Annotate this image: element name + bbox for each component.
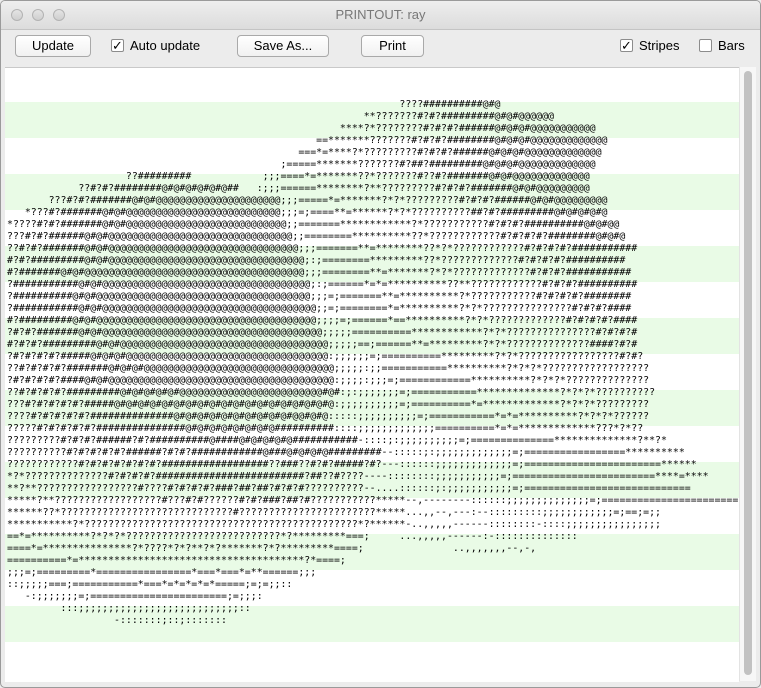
checkbox-icon[interactable]: ✓ [111,39,124,52]
checkbox-icon[interactable] [699,39,712,52]
printout-text: ????##########@#@ **???????#?#?#########… [7,99,739,626]
checkbox-icon[interactable]: ✓ [620,39,633,52]
printout-window: PRINTOUT: ray Update ✓ Auto update Save … [0,0,761,688]
save-as-button[interactable]: Save As... [237,35,329,57]
toolbar: Update ✓ Auto update Save As... Print ✓ … [1,30,760,67]
auto-update-label: Auto update [130,38,201,53]
title-bar: PRINTOUT: ray [1,1,760,30]
update-button[interactable]: Update [15,35,91,57]
scrollbar-thumb[interactable] [744,71,752,675]
stripes-checkbox[interactable]: ✓ Stripes [620,38,686,56]
bars-label: Bars [718,38,745,53]
auto-update-checkbox[interactable]: ✓ Auto update [111,38,211,56]
printout-area[interactable]: ????##########@#@ **???????#?#?#########… [5,67,739,682]
window-title: PRINTOUT: ray [335,7,426,22]
print-button[interactable]: Print [361,35,424,57]
bars-checkbox[interactable]: Bars [699,38,749,56]
stripes-label: Stripes [639,38,680,53]
vertical-scrollbar[interactable] [739,67,756,681]
